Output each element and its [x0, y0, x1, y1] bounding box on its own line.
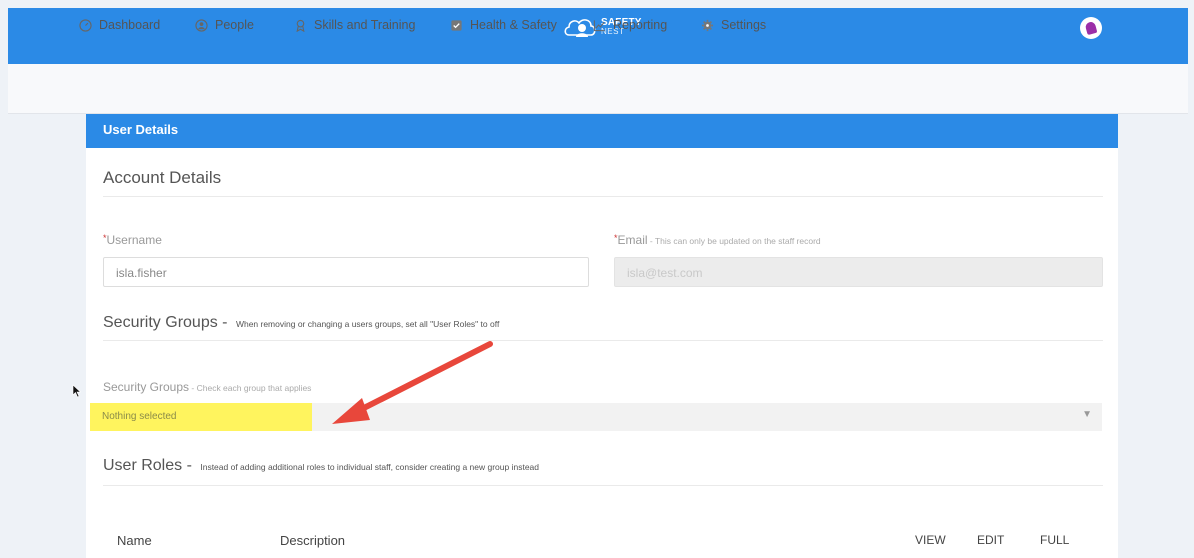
avatar-icon	[1084, 20, 1098, 36]
username-label: *Username	[103, 233, 162, 247]
nav-reporting[interactable]: Reporting	[593, 18, 667, 32]
column-header-edit[interactable]: EDIT	[977, 533, 1004, 547]
clipboard-check-icon	[451, 19, 462, 31]
nav-health-safety[interactable]: Health & Safety	[450, 18, 557, 32]
nav-dashboard[interactable]: Dashboard	[79, 18, 160, 32]
nav-health-safety-label: Health & Safety	[470, 18, 557, 32]
divider	[103, 196, 1103, 197]
chevron-down-icon: ▼	[1082, 409, 1092, 420]
username-input[interactable]: isla.fisher	[103, 257, 589, 287]
dashboard-icon	[79, 18, 92, 32]
nav-settings-label: Settings	[721, 18, 767, 32]
nav-people[interactable]: People	[195, 18, 254, 32]
security-groups-heading: Security Groups - When removing or chang…	[103, 314, 500, 331]
chart-line-icon	[593, 19, 605, 31]
email-note: - This can only be updated on the staff …	[647, 236, 821, 246]
nav-reporting-label: Reporting	[613, 18, 668, 32]
column-header-view[interactable]: VIEW	[915, 533, 946, 547]
select-value: Nothing selected	[102, 411, 177, 422]
email-input: isla@test.com	[614, 257, 1103, 287]
security-groups-select[interactable]: Nothing selected ▼	[90, 403, 1102, 431]
email-label: *Email - This can only be updated on the…	[614, 233, 821, 247]
gear-icon	[701, 19, 714, 31]
user-roles-heading: User Roles - Instead of adding additiona…	[103, 457, 540, 474]
divider	[103, 340, 1103, 341]
panel-title: User Details	[103, 122, 179, 137]
divider	[103, 485, 1103, 486]
nav-people-label: People	[215, 18, 254, 32]
security-groups-note: When removing or changing a users groups…	[235, 319, 500, 329]
user-details-panel: User Details	[86, 114, 1118, 558]
annotation-arrow-icon	[332, 341, 493, 424]
nav-skills-training-label: Skills and Training	[314, 18, 416, 32]
nav-settings[interactable]: Settings	[701, 18, 766, 32]
column-header-description[interactable]: Description	[280, 533, 345, 548]
column-header-full[interactable]: FULL	[1040, 533, 1069, 547]
award-icon	[296, 19, 305, 32]
nav-skills-training[interactable]: Skills and Training	[294, 18, 415, 32]
user-roles-note: Instead of adding additional roles to in…	[200, 462, 540, 472]
user-avatar[interactable]	[1080, 17, 1102, 39]
user-icon	[195, 18, 208, 32]
account-details-heading: Account Details	[103, 168, 222, 187]
security-groups-field-label: Security Groups - Check each group that …	[103, 380, 312, 394]
main-nav	[8, 64, 1188, 114]
column-header-name[interactable]: Name	[117, 533, 152, 548]
mouse-cursor-icon	[72, 384, 82, 398]
nav-dashboard-label: Dashboard	[99, 18, 161, 32]
logo-cloud-icon	[564, 19, 596, 37]
panel-header: User Details	[86, 114, 1118, 148]
